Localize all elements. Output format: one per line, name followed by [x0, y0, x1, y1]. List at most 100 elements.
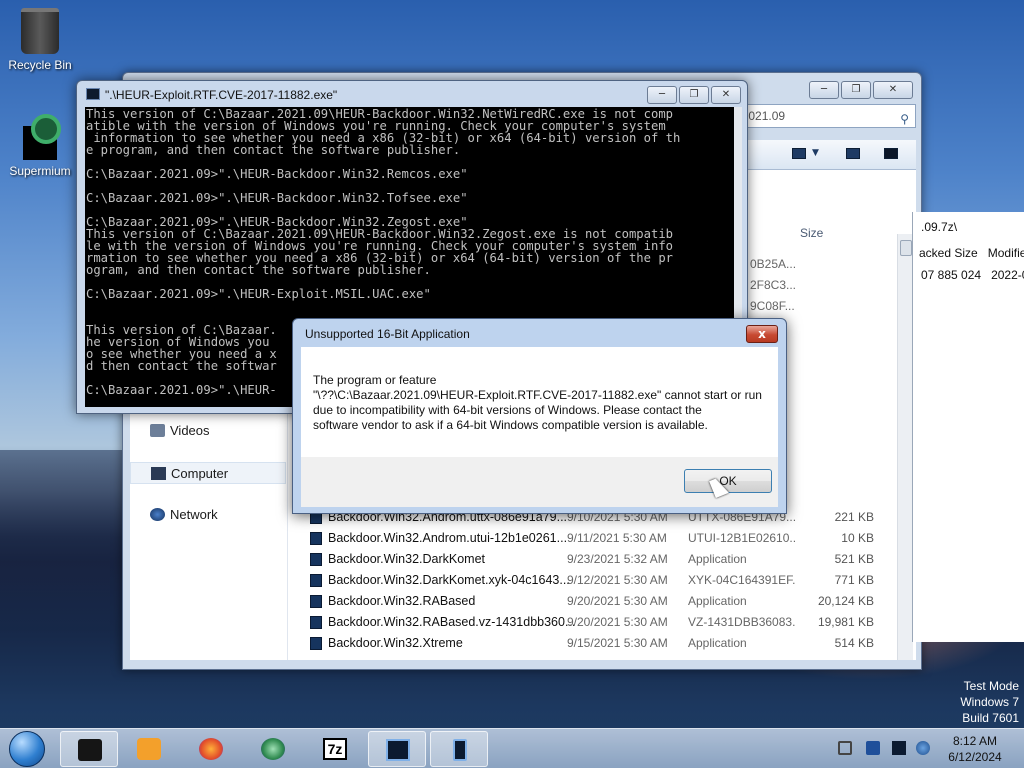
videos-icon	[150, 424, 165, 437]
table-row[interactable]: Backdoor.Win32.Xtreme 9/15/2021 5:30 AM Ap…	[304, 633, 894, 654]
dialog-message-line: software vendor to ask if a 64-bit Windo…	[313, 418, 708, 432]
media-player-icon	[137, 738, 161, 760]
clock-date: 6/12/2024	[948, 750, 1002, 764]
file-date: 9/11/2021 5:30 AM	[567, 531, 667, 545]
archive-path[interactable]: .09.7z\	[921, 220, 957, 234]
taskbar-item-media-player[interactable]	[120, 731, 178, 767]
preview-pane-icon[interactable]	[846, 148, 860, 159]
firefox-icon	[199, 738, 223, 760]
search-icon[interactable]: ⚲	[900, 108, 909, 130]
dialog-footer: OK	[301, 457, 778, 507]
taskbar-item-tablet[interactable]	[430, 731, 488, 767]
file-type: Application	[688, 552, 747, 566]
taskbar-clock[interactable]: 8:12 AM 6/12/2024	[940, 733, 1010, 765]
console-icon	[386, 739, 410, 761]
nav-item-computer[interactable]: Computer	[130, 462, 286, 484]
partial-row-type[interactable]: 0B25A...	[750, 257, 796, 271]
taskbar-item-app[interactable]	[60, 731, 118, 767]
file-icon	[310, 637, 322, 650]
close-button[interactable]: ✕	[873, 81, 913, 99]
partial-row-type[interactable]: 2F8C3...	[750, 278, 796, 292]
address-bar[interactable]: ...r.2021.09 ⚲	[720, 104, 916, 128]
help-icon[interactable]	[884, 148, 898, 159]
table-row[interactable]: Backdoor.Win32.DarkKomet 9/23/2021 5:32 A…	[304, 549, 894, 570]
vertical-scrollbar[interactable]	[897, 234, 913, 660]
nav-item-videos[interactable]: Videos	[130, 420, 286, 442]
file-name: Backdoor.Win32.Androm.utui-12b1e0261...	[328, 531, 568, 545]
taskbar-item-7zip[interactable]: 7z	[306, 731, 364, 767]
file-size: 20,124 KB	[817, 594, 874, 608]
console-line: C:\Bazaar.2021.09>".\HEUR-Exploit.MSIL.U…	[86, 287, 431, 301]
network-tray-icon[interactable]	[866, 741, 880, 755]
display-tray-icon[interactable]	[892, 741, 906, 755]
dialog-message-line: The program or feature	[313, 373, 437, 387]
table-row[interactable]: Backdoor.Win32.RABased.vz-1431dbb360... 9…	[304, 612, 894, 633]
taskbar-item-supermium[interactable]	[244, 731, 302, 767]
desktop-icon-label: Recycle Bin	[8, 58, 72, 72]
file-name: Backdoor.Win32.RABased	[328, 594, 476, 608]
recycle-bin-icon	[21, 8, 59, 54]
view-options-icon[interactable]	[792, 148, 806, 159]
file-type: Application	[688, 636, 747, 650]
file-icon	[310, 553, 322, 566]
file-icon	[310, 595, 322, 608]
table-row[interactable]: Backdoor.Win32.Androm.utui-12b1e0261... 9…	[304, 528, 894, 549]
desktop-icon-recycle-bin[interactable]: Recycle Bin	[2, 4, 78, 72]
desktop-icon-label: Supermium	[9, 164, 71, 178]
maximize-button[interactable]: ❐	[841, 81, 871, 99]
ok-button[interactable]: OK	[684, 469, 772, 493]
console-window-controls: ─ ❐ ✕	[647, 86, 741, 104]
close-button[interactable]: ✕	[711, 86, 741, 104]
clock-time: 8:12 AM	[952, 734, 998, 748]
console-title: ".\HEUR-Exploit.RTF.CVE-2017-11882.exe"	[105, 88, 338, 102]
desktop-icon-supermium[interactable]: Supermium	[2, 114, 78, 178]
dialog-message-line: due to incompatibility with 64-bit versi…	[313, 403, 702, 417]
dialog-message-line: "\??\C:\Bazaar.2021.09\HEUR-Exploit.RTF.…	[313, 388, 762, 402]
file-date: 9/15/2021 5:30 AM	[567, 636, 668, 650]
nav-item-label: Computer	[171, 466, 229, 481]
watermark-line: Test Mode	[963, 679, 1019, 693]
sevenzip-panel: .09.7z\ acked Size Modifie 07 885 024 20…	[912, 212, 1024, 642]
explorer-window-controls: ─ ❐ ✕	[809, 81, 913, 99]
dialog-close-button[interactable]: x	[746, 325, 778, 343]
file-icon	[310, 574, 322, 587]
tablet-icon	[453, 739, 467, 761]
dialog-title: Unsupported 16-Bit Application	[305, 327, 470, 341]
volume-tray-icon[interactable]	[916, 741, 930, 755]
nav-item-label: Videos	[170, 423, 210, 438]
file-name: Backdoor.Win32.RABased.vz-1431dbb360...	[328, 615, 576, 629]
table-row[interactable]: Backdoor.Win32.RABased 9/20/2021 5:30 AM A…	[304, 591, 894, 612]
dialog-body: The program or feature "\??\C:\Bazaar.202…	[301, 347, 778, 457]
maximize-button[interactable]: ❐	[679, 86, 709, 104]
file-icon	[310, 616, 322, 629]
console-icon	[86, 88, 100, 100]
table-row[interactable]: Backdoor.Win32.DarkKomet.xyk-04c1643... 9…	[304, 570, 894, 591]
file-icon	[310, 532, 322, 545]
chevron-down-icon[interactable]: ▼	[812, 148, 819, 158]
column-header-size[interactable]: Size	[800, 226, 823, 240]
taskbar-item-console[interactable]	[368, 731, 426, 767]
column-header-packed-size[interactable]: acked Size Modifie	[919, 246, 1024, 260]
7zip-icon: 7z	[323, 738, 347, 760]
file-name: Backdoor.Win32.DarkKomet.xyk-04c1643...	[328, 573, 570, 587]
test-mode-watermark: Test Mode Windows 7 Build 7601	[960, 678, 1019, 726]
nav-item-network[interactable]: Network	[130, 504, 286, 526]
taskbar-item-firefox[interactable]	[182, 731, 240, 767]
minimize-button[interactable]: ─	[809, 81, 839, 99]
minimize-button[interactable]: ─	[647, 86, 677, 104]
partial-row-type[interactable]: 9C08F...	[750, 299, 795, 313]
action-center-icon[interactable]	[838, 741, 852, 755]
scrollbar-thumb[interactable]	[900, 240, 912, 256]
console-line: e program, and then contact the software…	[86, 143, 461, 157]
file-type: UTUI-12B1E02610...	[688, 531, 796, 545]
start-button[interactable]	[4, 729, 50, 768]
nav-item-label: Network	[170, 507, 218, 522]
file-size: 514 KB	[834, 636, 874, 650]
taskbar: 7z 8:12 AM 6/12/2024	[0, 728, 1024, 768]
file-size: 19,981 KB	[817, 615, 874, 629]
explorer-toolbar: ▼	[720, 140, 916, 170]
archive-row[interactable]: 07 885 024 2022-0	[921, 268, 1024, 282]
console-line: ogram, and then contact the software pub…	[86, 263, 431, 277]
file-date: 9/20/2021 5:30 AM	[567, 615, 668, 629]
